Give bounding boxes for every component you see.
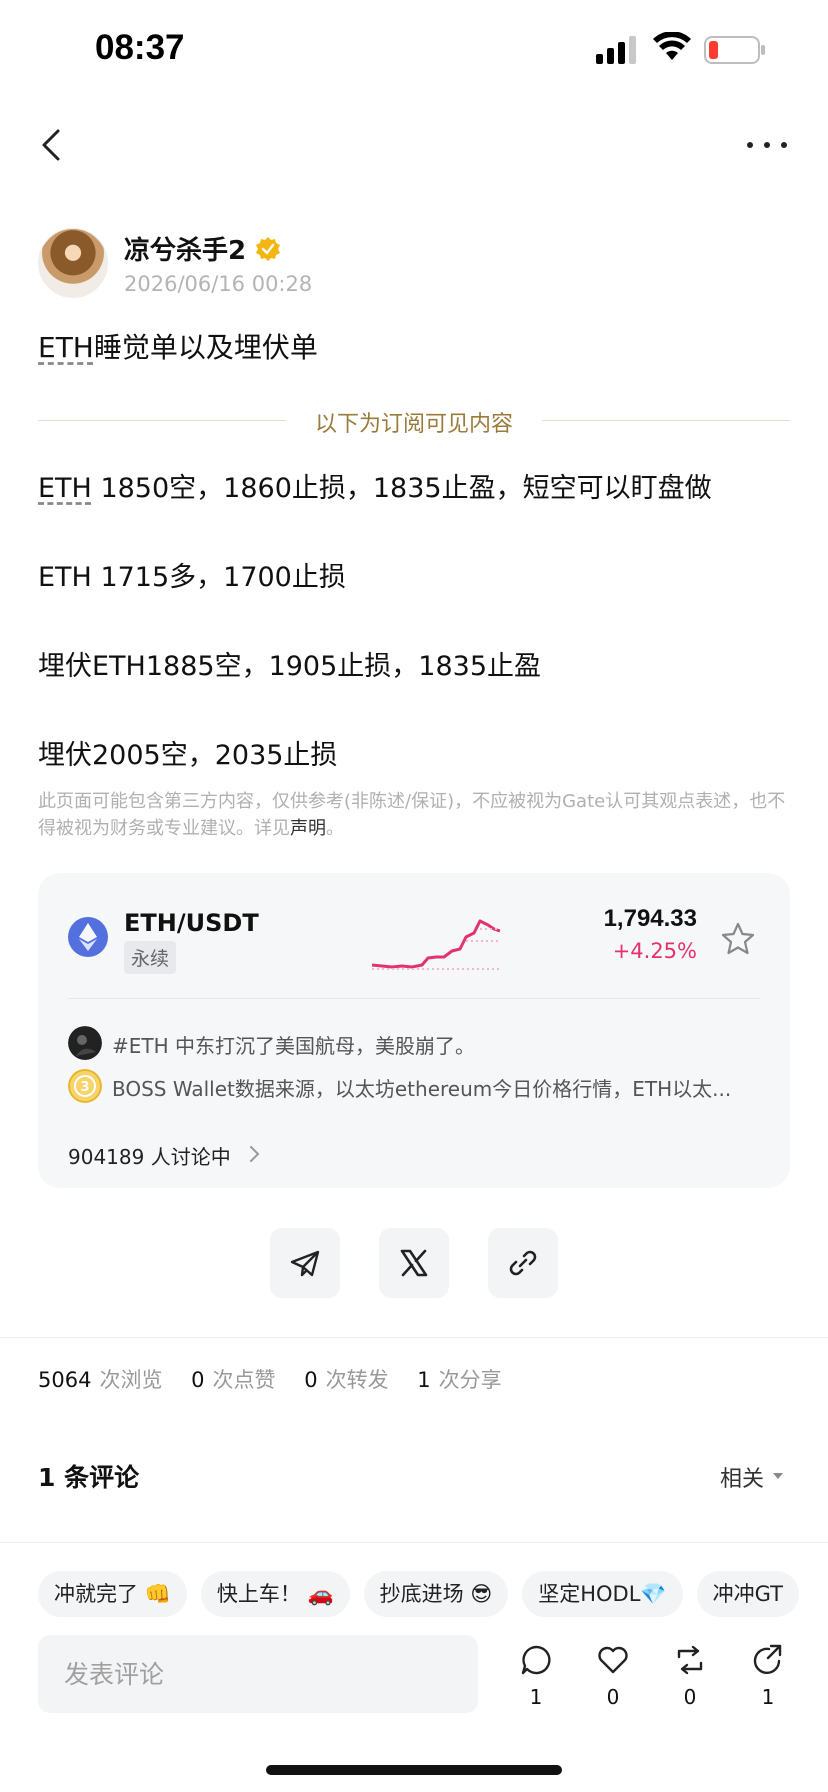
post-line: ETH 1850空，1860止损，1835止盈，短空可以盯盘做 bbox=[38, 466, 712, 505]
comment-icon bbox=[521, 1645, 551, 1675]
shares-label: 次分享 bbox=[438, 1368, 502, 1392]
sort-dropdown[interactable]: 相关 bbox=[720, 1461, 764, 1493]
signal-icon bbox=[596, 36, 636, 64]
likes-count: 0 bbox=[191, 1368, 205, 1392]
comment-action[interactable]: 1 bbox=[514, 1643, 558, 1709]
post-line: ETH 1715多，1700止损 bbox=[38, 555, 346, 594]
more-icon[interactable] bbox=[742, 130, 792, 160]
post-line-text: 埋伏ETH1885空，1905止损，1835止盈 bbox=[38, 651, 541, 682]
market-change: +4.25% bbox=[612, 939, 697, 963]
section-separator bbox=[0, 1337, 828, 1338]
back-arrow-icon[interactable] bbox=[34, 125, 70, 165]
post-title-text: 睡觉单以及埋伏单 bbox=[93, 331, 318, 364]
star-icon[interactable] bbox=[720, 921, 756, 957]
coin-tag[interactable]: ETH bbox=[38, 331, 94, 364]
reposts-label: 次转发 bbox=[325, 1368, 389, 1392]
quick-reply-chip[interactable]: 快上车！ 🚗 bbox=[200, 1571, 350, 1617]
discussion-coin-icon: 3 bbox=[68, 1069, 102, 1103]
post-stats: 5064 次浏览 0 次点赞 0 次转发 1 次分享 bbox=[38, 1364, 524, 1394]
views-label: 次浏览 bbox=[99, 1368, 163, 1392]
post-line-text: 埋伏2005空，2035止损 bbox=[38, 740, 338, 771]
subscriber-divider-text: 以下为订阅可见内容 bbox=[314, 412, 513, 437]
like-action[interactable]: 0 bbox=[591, 1643, 635, 1709]
link-icon bbox=[509, 1250, 537, 1276]
views-count: 5064 bbox=[38, 1368, 92, 1392]
wifi-icon bbox=[653, 32, 691, 60]
share-telegram-button[interactable] bbox=[270, 1228, 340, 1298]
post-line-text: 1850空，1860止损，1835止盈，短空可以盯盘做 bbox=[91, 473, 712, 504]
share-count: 1 bbox=[761, 1685, 775, 1709]
discussion-avatar bbox=[68, 1026, 102, 1060]
x-icon bbox=[400, 1249, 428, 1277]
card-divider bbox=[68, 998, 760, 999]
comment-input[interactable] bbox=[38, 1635, 478, 1713]
quick-reply-chip[interactable]: 冲就完了 👊 bbox=[38, 1571, 187, 1617]
verified-badge-icon bbox=[256, 237, 280, 261]
repost-count: 0 bbox=[683, 1685, 697, 1709]
post-timestamp: 2026/06/16 00:28 bbox=[124, 272, 313, 296]
market-pair: ETH/USDT bbox=[124, 909, 259, 937]
discussion-text: BOSS Wallet数据来源，以太坊ethereum今日价格行情，ETH以太.… bbox=[112, 1077, 732, 1101]
battery-icon bbox=[704, 36, 765, 64]
coin-tag[interactable]: ETH bbox=[38, 473, 92, 504]
telegram-icon bbox=[290, 1250, 320, 1277]
discussion-item[interactable]: 3 BOSS Wallet数据来源，以太坊ethereum今日价格行情，ETH以… bbox=[68, 1069, 758, 1103]
likes-label: 次点赞 bbox=[212, 1368, 276, 1392]
share-x-button[interactable] bbox=[379, 1228, 449, 1298]
perpetual-badge: 永续 bbox=[124, 941, 177, 974]
disclaimer: 此页面可能包含第三方内容，仅供参考(非陈述/保证)，不应被视为Gate认可其观点… bbox=[38, 788, 790, 842]
disclaimer-text: 此页面可能包含第三方内容，仅供参考(非陈述/保证)，不应被视为Gate认可其观点… bbox=[38, 791, 786, 839]
share-icon bbox=[753, 1644, 782, 1675]
post-line: 埋伏2005空，2035止损 bbox=[38, 733, 337, 772]
discussion-count[interactable]: 904189 人讨论中 bbox=[68, 1141, 231, 1170]
caret-down-icon[interactable] bbox=[772, 1471, 784, 1481]
like-count: 0 bbox=[606, 1685, 620, 1709]
home-indicator bbox=[266, 1765, 562, 1775]
status-bar: 08:37 bbox=[0, 0, 828, 100]
reposts-count: 0 bbox=[304, 1368, 318, 1392]
author-avatar[interactable] bbox=[38, 228, 108, 298]
post-title: ETH睡觉单以及埋伏单 bbox=[38, 326, 318, 366]
quick-reply-chips: 冲就完了 👊 快上车！ 🚗 抄底进场 😎 坚定HODL💎 冲冲GT bbox=[38, 1571, 828, 1617]
subscriber-divider: 以下为订阅可见内容 bbox=[38, 404, 790, 438]
share-link-button[interactable] bbox=[488, 1228, 558, 1298]
market-price: 1,794.33 bbox=[603, 905, 697, 932]
eth-icon bbox=[68, 917, 108, 957]
discussion-text: #ETH 中东打沉了美国航母，美股崩了。 bbox=[112, 1034, 476, 1058]
comments-title: 1 条评论 bbox=[38, 1463, 140, 1492]
heart-icon bbox=[598, 1646, 628, 1674]
repost-icon bbox=[677, 1645, 703, 1675]
disclaimer-end: 。 bbox=[326, 818, 344, 839]
share-action[interactable]: 1 bbox=[746, 1643, 790, 1709]
repost-action[interactable]: 0 bbox=[668, 1643, 712, 1709]
quick-reply-chip[interactable]: 坚定HODL💎 bbox=[522, 1571, 683, 1617]
chevron-right-icon[interactable] bbox=[248, 1144, 262, 1164]
bottom-bar: 冲就完了 👊 快上车！ 🚗 抄底进场 😎 坚定HODL💎 冲冲GT 1 0 0 1 bbox=[0, 1542, 828, 1792]
svg-text:3: 3 bbox=[80, 1080, 89, 1095]
quick-reply-chip[interactable]: 冲冲GT bbox=[696, 1571, 799, 1617]
price-sparkline bbox=[371, 919, 501, 970]
post-line-text: ETH 1715多，1700止损 bbox=[38, 562, 346, 593]
shares-count: 1 bbox=[417, 1368, 431, 1392]
market-card[interactable]: ETH/USDT 永续 1,794.33 +4.25% #ETH 中东打沉了美国… bbox=[38, 873, 790, 1188]
disclaimer-link[interactable]: 声明 bbox=[290, 818, 326, 839]
post-line: 埋伏ETH1885空，1905止损，1835止盈 bbox=[38, 644, 541, 683]
status-time: 08:37 bbox=[95, 28, 185, 67]
author-name[interactable]: 凉兮杀手2 bbox=[124, 230, 246, 267]
quick-reply-chip[interactable]: 抄底进场 😎 bbox=[363, 1571, 509, 1617]
discussion-item[interactable]: #ETH 中东打沉了美国航母，美股崩了。 bbox=[68, 1026, 758, 1060]
comment-count: 1 bbox=[529, 1685, 543, 1709]
